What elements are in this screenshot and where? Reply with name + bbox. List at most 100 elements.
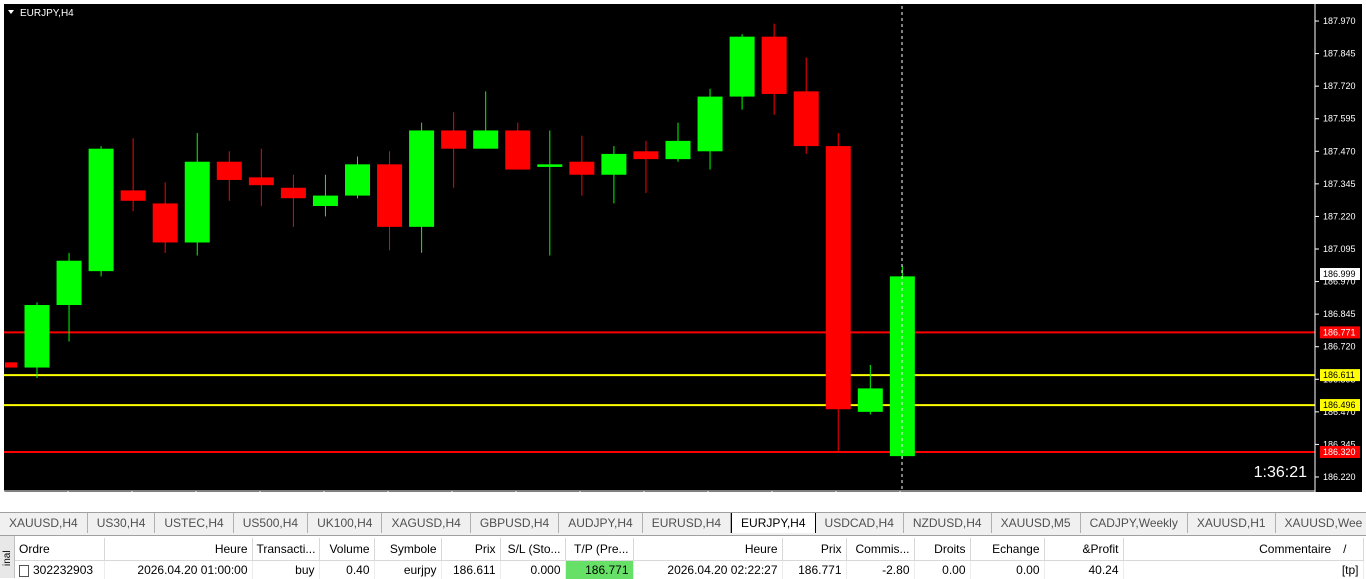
echange-cell: 0.00 (970, 561, 1044, 579)
candle-body (601, 154, 626, 175)
tab-xauusd-m5[interactable]: XAUUSD,M5 (992, 513, 1081, 533)
tab-uk100-h4[interactable]: UK100,H4 (308, 513, 382, 533)
candle-body (473, 130, 498, 148)
chart-title: EURJPY,H4 (20, 8, 74, 19)
candle-body (666, 141, 691, 159)
column-header[interactable]: Echange (970, 538, 1044, 561)
document-icon (19, 565, 29, 577)
column-header[interactable]: Heure (104, 538, 252, 561)
tab-xagusd-h4[interactable]: XAGUSD,H4 (382, 513, 470, 533)
bar-countdown: 1:36:21 (1254, 464, 1307, 481)
tab-cadjpy-weekly[interactable]: CADJPY,Weekly (1081, 513, 1188, 533)
time-tick-label: 20 Apr 00:00 (901, 495, 952, 505)
tab-us30-h4[interactable]: US30,H4 (88, 513, 156, 533)
time-tick-label: 16 Apr 00:00 (517, 495, 568, 505)
column-header[interactable]: Heure (633, 538, 782, 561)
candle-body (281, 188, 306, 198)
terminal-panel: inal OrdreHeureTransacti...VolumeSymbole… (0, 536, 1366, 578)
column-header[interactable]: Symbole (374, 538, 441, 561)
time-tick-label: 15 Apr 00:00 (325, 495, 376, 505)
candle-body (537, 164, 562, 167)
candlestick-chart[interactable]: 187.970187.845187.720187.595187.470187.3… (0, 0, 1366, 510)
tab-audjpy-h4[interactable]: AUDJPY,H4 (559, 513, 642, 533)
column-header[interactable]: &Profit (1044, 538, 1123, 561)
candle-body (153, 203, 178, 242)
level-price-label: 186.496 (1323, 400, 1356, 410)
heure-close-cell: 2026.04.20 02:22:27 (633, 561, 782, 579)
time-tick-label: 15 Apr 16:00 (453, 495, 504, 505)
column-header[interactable]: Prix (782, 538, 846, 561)
time-tick-label: 17 Apr 08:00 (773, 495, 824, 505)
tab-gbpusd-h4[interactable]: GBPUSD,H4 (471, 513, 559, 533)
candle-body (217, 162, 242, 180)
candle-body (826, 146, 851, 409)
heure-cell: 2026.04.20 01:00:00 (104, 561, 252, 579)
candle-body (441, 130, 466, 148)
candle-body (377, 164, 402, 227)
level-price-label: 186.771 (1323, 327, 1356, 337)
candle-body (249, 177, 274, 185)
tab-eurusd-h4[interactable]: EURUSD,H4 (643, 513, 731, 533)
candle-body (25, 305, 50, 368)
candle (826, 133, 851, 451)
column-header[interactable]: Droits (914, 538, 970, 561)
terminal-side-label: inal (0, 536, 15, 578)
column-header[interactable]: Transacti... (252, 538, 319, 561)
candle-body (345, 164, 370, 195)
commission-cell: -2.80 (846, 561, 914, 579)
tab-us500-h4[interactable]: US500,H4 (234, 513, 308, 533)
column-header[interactable]: Commis... (846, 538, 914, 561)
price-tick-label: 187.095 (1323, 244, 1356, 254)
time-tick-label: 17 Apr 00:00 (709, 495, 760, 505)
candle-body (121, 190, 146, 200)
chart-background (4, 4, 1315, 492)
volume-cell: 0.40 (319, 561, 374, 579)
price-tick-label: 187.345 (1323, 179, 1356, 189)
price-tick-label: 187.470 (1323, 146, 1356, 156)
time-tick-label: 13 Apr 2026 (5, 495, 54, 505)
level-price-label: 186.320 (1323, 447, 1356, 457)
column-header[interactable]: Ordre (15, 538, 104, 561)
time-tick-label: 14 Apr 16:00 (261, 495, 312, 505)
tab-xauusd-wee[interactable]: XAUUSD,Wee (1276, 513, 1366, 533)
time-tick-label: 17 Apr 16:00 (837, 495, 888, 505)
chart-window[interactable]: 187.970187.845187.720187.595187.470187.3… (0, 0, 1366, 510)
prix-cell: 186.611 (441, 561, 500, 579)
tab-xauusd-h4[interactable]: XAUUSD,H4 (0, 513, 88, 533)
candle-body (730, 37, 755, 97)
tab-nzdusd-h4[interactable]: NZDUSD,H4 (904, 513, 992, 533)
price-tick-label: 187.970 (1323, 16, 1356, 26)
column-header[interactable]: S/L (Sto... (500, 538, 565, 561)
candle-body (858, 388, 883, 411)
price-tick-label: 186.845 (1323, 309, 1356, 319)
column-header[interactable]: T/P (Pre... (565, 538, 633, 561)
history-table: OrdreHeureTransacti...VolumeSymbolePrixS… (15, 538, 1364, 579)
tab-xauusd-h1[interactable]: XAUUSD,H1 (1188, 513, 1276, 533)
tab-ustec-h4[interactable]: USTEC,H4 (155, 513, 233, 533)
candle (5, 362, 17, 367)
candle-body (185, 162, 210, 243)
column-header[interactable]: Prix (441, 538, 500, 561)
candle (25, 302, 50, 378)
tab-eurjpy-h4[interactable]: EURJPY,H4 (731, 512, 815, 533)
candle-body (409, 130, 434, 226)
sort-marker: / (1343, 542, 1346, 556)
column-header[interactable]: Commentaire/ (1123, 538, 1363, 561)
tab-usdcad-h4[interactable]: USDCAD,H4 (816, 513, 904, 533)
candle-body (794, 91, 819, 146)
candle-body (698, 97, 723, 152)
table-row[interactable]: 302232903 2026.04.20 01:00:00 buy 0.40 e… (15, 561, 1363, 579)
candle-body (5, 362, 17, 367)
droits-cell: 0.00 (914, 561, 970, 579)
price-tick-label: 186.220 (1323, 472, 1356, 482)
symbole-cell: eurjpy (374, 561, 441, 579)
time-tick-label: 16 Apr 08:00 (581, 495, 632, 505)
candle-body (762, 37, 787, 94)
sl-cell: 0.000 (500, 561, 565, 579)
price-tick-label: 187.720 (1323, 81, 1356, 91)
candle-body (89, 149, 114, 271)
time-tick-label: 14 Apr 08:00 (197, 495, 248, 505)
tp-cell: 186.771 (565, 561, 633, 579)
transaction-cell: buy (252, 561, 319, 579)
column-header[interactable]: Volume (319, 538, 374, 561)
